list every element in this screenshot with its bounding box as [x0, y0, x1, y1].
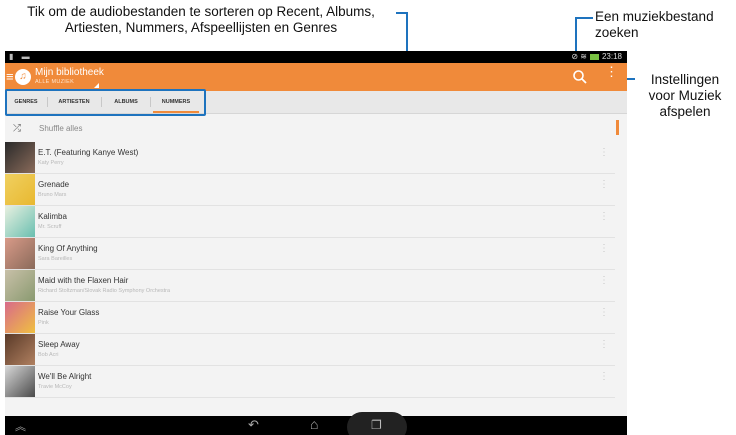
notification-icons: ▮ ▬ — [9, 52, 33, 61]
song-title: King Of Anything — [38, 244, 98, 253]
headphones-icon[interactable]: ♫ — [15, 69, 31, 85]
song-artist: Richard Stoltzman/Slovak Radio Symphony … — [38, 288, 171, 294]
drawer-menu-icon[interactable]: ≡ — [6, 69, 14, 84]
back-icon[interactable]: ↶ — [248, 417, 259, 433]
clock: 23:18 — [601, 52, 622, 61]
song-options-icon[interactable]: ⋮ — [599, 180, 609, 190]
song-options-icon[interactable]: ⋮ — [599, 244, 609, 254]
tablet-screen: ▮ ▬ ⊘ ≋ 23:18 ≡ ♫ Mijn bibliotheek ALLE M… — [5, 51, 627, 435]
status-right: ⊘ ≋ 23:18 — [571, 52, 622, 61]
scrollbar[interactable] — [616, 120, 619, 135]
song-title: Kalimba — [38, 212, 67, 221]
album-art — [5, 302, 35, 333]
sort-callout-text: Tik om de audiobestanden te sorteren op … — [27, 4, 375, 35]
song-options-icon[interactable]: ⋮ — [599, 340, 609, 350]
hide-navbar-icon[interactable]: ︽ — [15, 418, 26, 434]
album-art — [5, 334, 35, 365]
search-callout-text: Een muziekbestand zoeken — [595, 9, 714, 40]
song-artist: Travie McCoy — [38, 384, 72, 390]
song-options-icon[interactable]: ⋮ — [599, 372, 609, 382]
album-art — [5, 238, 35, 269]
settings-callout-text: Instellingen voor Muziek afspelen — [648, 72, 722, 119]
action-bar: ≡ ♫ Mijn bibliotheek ALLE MUZIEK ⋮ — [5, 63, 627, 91]
shuffle-all-label: Shuffle alles — [39, 124, 83, 133]
song-title: We'll Be Alright — [38, 372, 92, 381]
song-title: Raise Your Glass — [38, 308, 100, 317]
library-subtitle: ALLE MUZIEK — [35, 79, 75, 85]
song-row[interactable]: Kalimba Mr. Scruff ⋮ — [5, 206, 615, 238]
album-art — [5, 206, 35, 237]
song-row[interactable]: We'll Be Alright Travie McCoy ⋮ — [5, 366, 615, 398]
song-artist: Mr. Scruff — [38, 224, 62, 230]
tabs-highlight-box — [5, 89, 206, 116]
overflow-menu-icon[interactable]: ⋮ — [605, 65, 618, 78]
library-title[interactable]: Mijn bibliotheek — [35, 67, 104, 78]
home-icon[interactable]: ⌂ — [310, 416, 318, 432]
song-row[interactable]: Grenade Bruno Mars ⋮ — [5, 174, 615, 206]
song-options-icon[interactable]: ⋮ — [599, 212, 609, 222]
album-art — [5, 366, 35, 397]
song-row[interactable]: E.T. (Featuring Kanye West) Katy Perry ⋮ — [5, 142, 615, 174]
song-artist: Bruno Mars — [38, 192, 67, 198]
song-artist: Bob Acri — [38, 352, 59, 358]
status-bar: ▮ ▬ ⊘ ≋ 23:18 — [5, 51, 627, 63]
signal-icon: ⊘ ≋ — [571, 52, 587, 61]
battery-icon — [589, 53, 599, 60]
search-leader-h — [575, 17, 593, 19]
dropdown-indicator-icon[interactable] — [94, 83, 99, 88]
song-options-icon[interactable]: ⋮ — [599, 276, 609, 286]
song-title: Maid with the Flaxen Hair — [38, 276, 129, 285]
search-icon[interactable] — [571, 68, 589, 86]
recent-apps-icon[interactable]: ❐ — [371, 418, 382, 432]
album-art — [5, 270, 35, 301]
shuffle-icon: ⤮ — [13, 123, 21, 134]
song-title: Grenade — [38, 180, 70, 189]
navigation-bar: ︽ ↶ ⌂ ❐ — [5, 412, 627, 435]
song-artist: Pink — [38, 320, 49, 326]
song-row[interactable]: King Of Anything Sara Bareilles ⋮ — [5, 238, 615, 270]
shuffle-all-row[interactable]: ⤮ Shuffle alles — [5, 118, 615, 140]
song-list: E.T. (Featuring Kanye West) Katy Perry ⋮ Gr… — [5, 142, 615, 398]
song-title: E.T. (Featuring Kanye West) — [38, 148, 139, 157]
song-options-icon[interactable]: ⋮ — [599, 308, 609, 318]
song-artist: Katy Perry — [38, 160, 64, 166]
song-row[interactable]: Sleep Away Bob Acri ⋮ — [5, 334, 615, 366]
song-options-icon[interactable]: ⋮ — [599, 148, 609, 158]
album-art — [5, 174, 35, 205]
song-row[interactable]: Raise Your Glass Pink ⋮ — [5, 302, 615, 334]
song-artist: Sara Bareilles — [38, 256, 73, 262]
album-art — [5, 142, 35, 173]
song-title: Sleep Away — [38, 340, 80, 349]
song-row[interactable]: Maid with the Flaxen Hair Richard Stoltzm… — [5, 270, 615, 302]
